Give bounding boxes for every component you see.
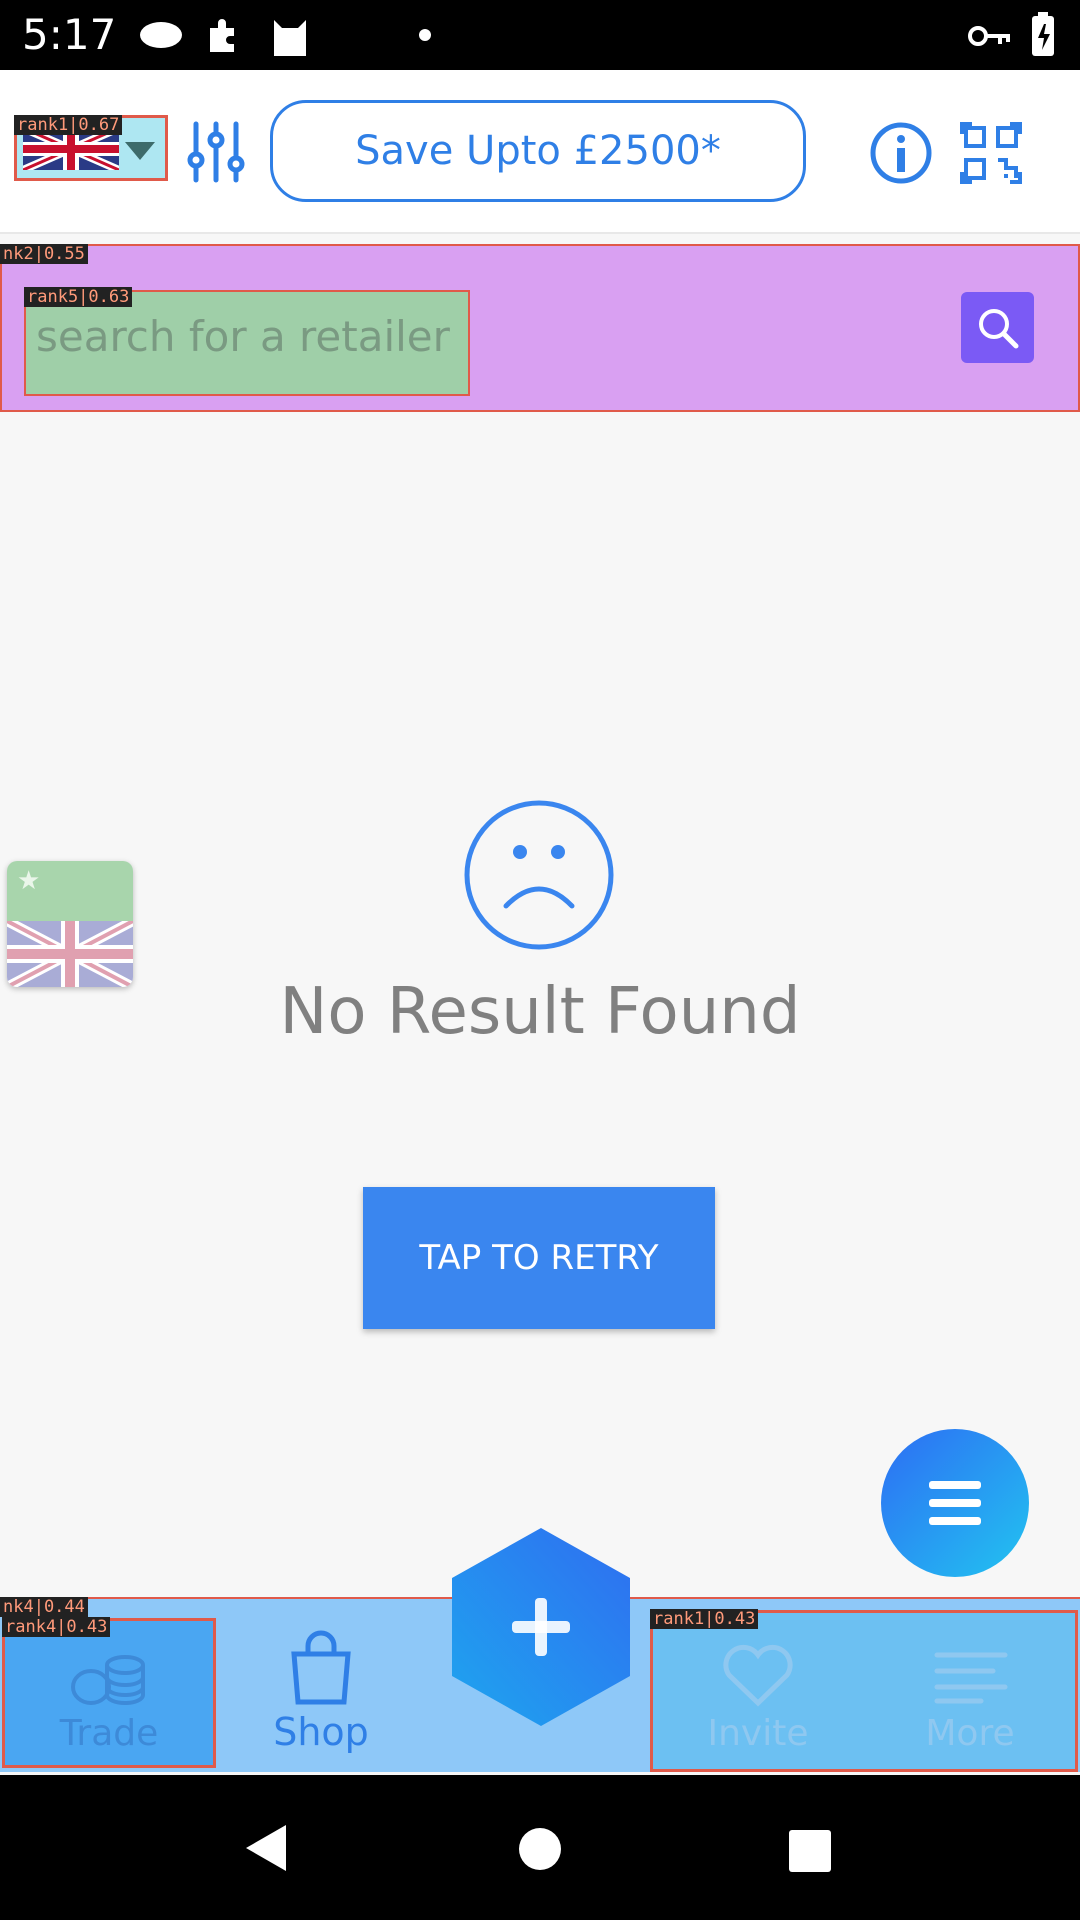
annotation-tag: rank1|0.43 xyxy=(650,1609,759,1629)
no-result-title: No Result Found xyxy=(279,975,801,1049)
battery-icon xyxy=(1032,12,1054,56)
nav-item-shop[interactable]: Shop xyxy=(236,1618,406,1768)
heart-icon xyxy=(723,1644,793,1707)
nav-group-invite-more: Invite More xyxy=(650,1610,1078,1772)
cloud-icon xyxy=(140,22,182,48)
add-hexagon-button[interactable] xyxy=(450,1526,632,1728)
shopping-bag-icon xyxy=(291,1630,351,1705)
cat-icon xyxy=(274,20,306,56)
search-icon xyxy=(978,308,1018,348)
home-icon[interactable] xyxy=(518,1827,562,1871)
annotation-tag: rank5|0.63 xyxy=(24,287,133,307)
floating-language-flag[interactable]: ★ xyxy=(7,861,133,987)
chevron-down-icon xyxy=(125,142,155,160)
recents-icon[interactable] xyxy=(788,1829,832,1873)
nav-item-trade[interactable]: Trade xyxy=(2,1618,216,1768)
annotation-tag: rank1|0.67 xyxy=(14,115,123,135)
key-icon xyxy=(968,26,1010,46)
nav-label-more: More xyxy=(925,1713,1015,1754)
nav-label-invite: Invite xyxy=(707,1713,809,1754)
sad-face-icon xyxy=(464,800,614,950)
annotation-tag: nk4|0.44 xyxy=(0,1597,88,1617)
menu-fab[interactable] xyxy=(881,1429,1029,1577)
system-navigation-bar xyxy=(0,1775,1080,1920)
top-header: rank1|0.67 Save Upto £2500* xyxy=(0,70,1080,234)
back-icon[interactable] xyxy=(244,1823,288,1873)
nav-item-more[interactable]: More xyxy=(865,1613,1075,1769)
coins-icon xyxy=(71,1655,145,1705)
status-bar: 5:17 xyxy=(0,0,1080,70)
annotation-tag: rank4|0.43 xyxy=(2,1617,111,1637)
nav-item-invite[interactable]: Invite xyxy=(653,1613,863,1769)
nav-label-trade: Trade xyxy=(59,1713,159,1754)
nav-label-shop: Shop xyxy=(273,1710,369,1754)
dot-icon xyxy=(419,29,431,41)
search-button[interactable] xyxy=(961,292,1034,363)
promo-button[interactable]: Save Upto £2500* xyxy=(270,100,806,202)
esperanto-flag-icon: ★ xyxy=(7,861,133,921)
hamburger-icon xyxy=(929,1481,981,1525)
uk-flag-icon xyxy=(7,921,133,987)
annotation-tag: nk2|0.55 xyxy=(0,244,88,264)
info-icon[interactable] xyxy=(870,122,932,184)
puzzle-icon xyxy=(210,19,234,52)
qr-code-icon[interactable] xyxy=(960,122,1022,184)
more-lines-icon xyxy=(934,1652,1008,1704)
tap-to-retry-button[interactable]: TAP TO RETRY xyxy=(363,1187,715,1329)
status-time: 5:17 xyxy=(22,10,117,59)
filter-sliders-icon[interactable] xyxy=(186,120,246,184)
